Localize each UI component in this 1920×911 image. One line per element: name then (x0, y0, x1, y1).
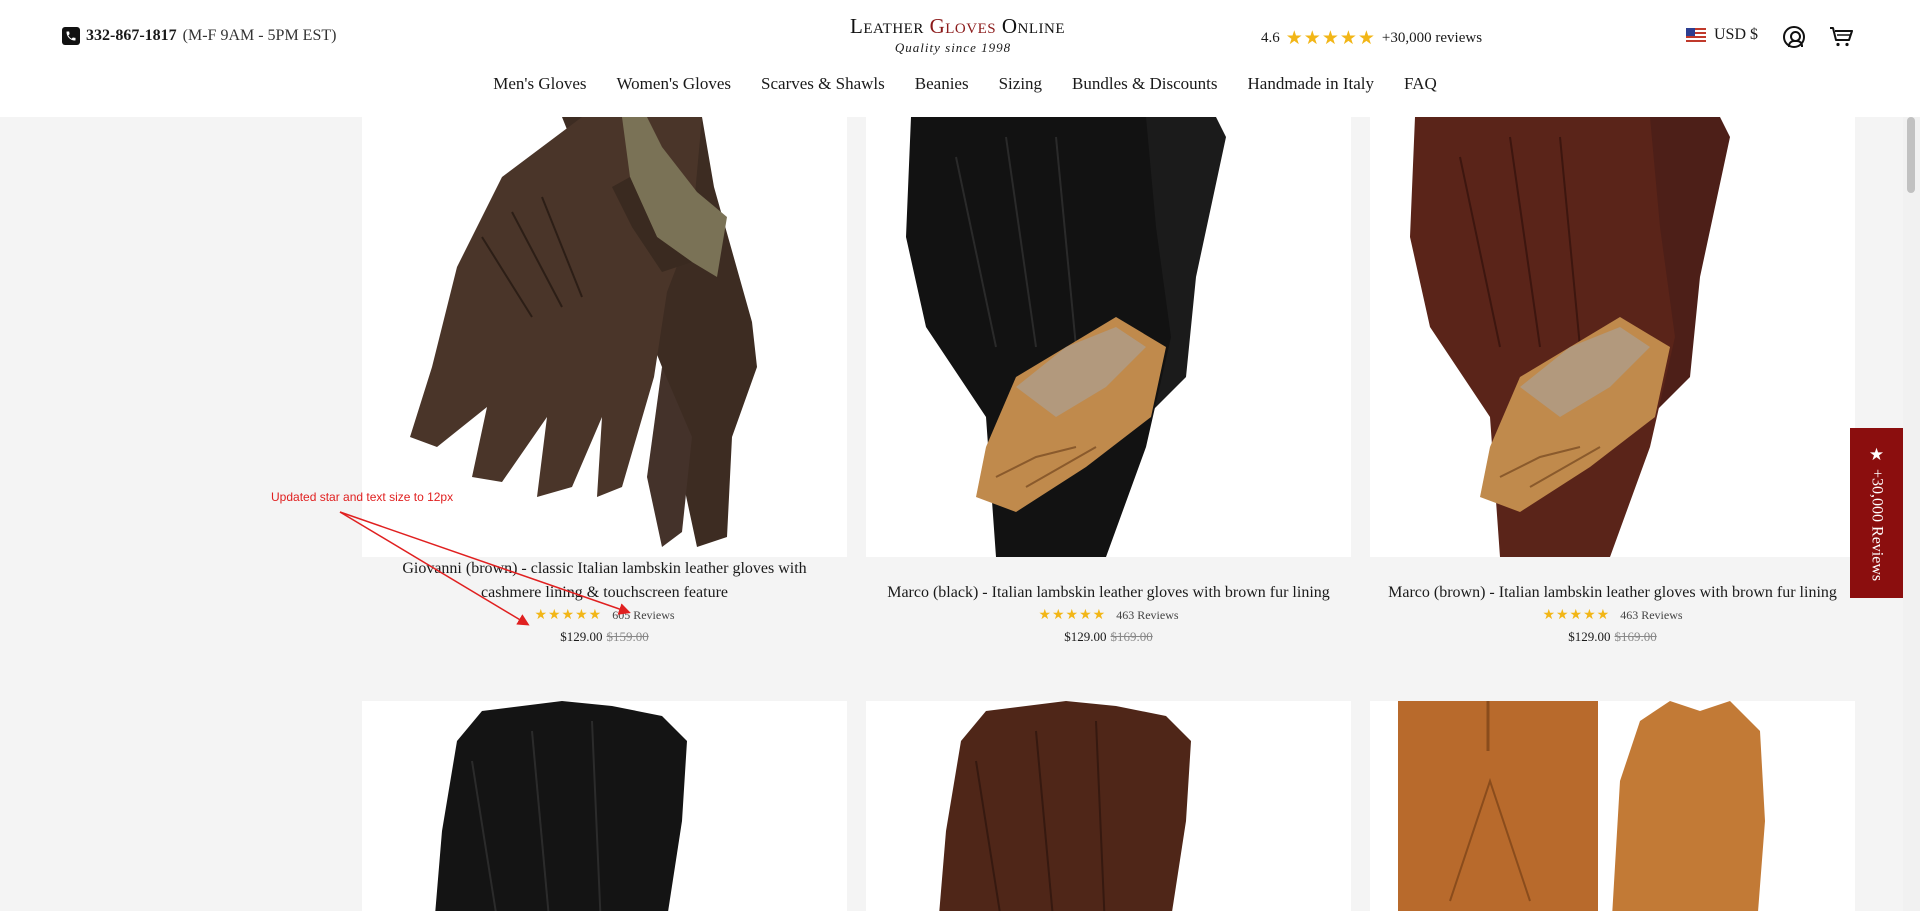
review-count: 463 Reviews (1116, 608, 1179, 622)
product-title[interactable]: Giovanni (brown) - classic Italian lambs… (362, 557, 847, 605)
reviews-side-tab[interactable]: ★ +30,000 Reviews (1850, 428, 1903, 598)
star-icon: ★ (1868, 444, 1885, 464)
review-stars-icon: ★★★★★ (1038, 608, 1107, 623)
phone-contact[interactable]: 332-867-1817 (M-F 9AM - 5PM EST) (62, 27, 336, 45)
old-price: $159.00 (606, 629, 649, 644)
nav-item-men-s-gloves[interactable]: Men's Gloves (478, 74, 601, 94)
current-price: $129.00 (1568, 629, 1611, 644)
current-price: $129.00 (560, 629, 603, 644)
product-reviews[interactable]: ★★★★★ 463 Reviews (866, 607, 1351, 624)
product-card[interactable] (362, 701, 847, 911)
logo-text-accent: Gloves (929, 14, 997, 38)
product-image[interactable] (1370, 701, 1855, 911)
phone-number[interactable]: 332-867-1817 (86, 27, 177, 45)
nav-item-faq[interactable]: FAQ (1389, 74, 1452, 94)
nav-item-handmade-in-italy[interactable]: Handmade in Italy (1233, 74, 1390, 94)
reviews-tab-label: +30,000 Reviews (1868, 468, 1886, 582)
nav-item-women-s-gloves[interactable]: Women's Gloves (602, 74, 747, 94)
site-logo[interactable]: Leather Gloves Online Quality since 1998 (850, 14, 1064, 56)
product-image[interactable] (866, 117, 1351, 557)
logo-wordmark: Leather Gloves Online (850, 14, 1064, 39)
product-card[interactable] (866, 701, 1351, 911)
review-count: 463 Reviews (1620, 608, 1683, 622)
product-grid: Giovanni (brown) - classic Italian lambs… (0, 117, 1920, 911)
product-reviews[interactable]: ★★★★★ 605 Reviews (362, 607, 847, 624)
currency-label: USD $ (1714, 26, 1759, 43)
product-card[interactable]: Giovanni (brown) - classic Italian lambs… (362, 117, 847, 645)
product-price: $129.00 $169.00 (1370, 629, 1855, 645)
review-stars-icon: ★★★★★ (1542, 608, 1611, 623)
product-card[interactable]: Marco (black) - Italian lambskin leather… (866, 117, 1351, 645)
logo-text-2: Online (996, 14, 1065, 38)
logo-tagline: Quality since 1998 (894, 40, 1012, 55)
product-card[interactable] (1370, 701, 1855, 911)
annotation-note: Updated star and text size to 12px (271, 490, 454, 504)
review-count: 605 Reviews (612, 608, 675, 622)
phone-icon (62, 27, 80, 45)
scrollbar-thumb[interactable] (1907, 117, 1915, 193)
nav-item-sizing[interactable]: Sizing (984, 74, 1057, 94)
nav-item-scarves-shawls[interactable]: Scarves & Shawls (746, 74, 900, 94)
product-reviews[interactable]: ★★★★★ 463 Reviews (1370, 607, 1855, 624)
product-image[interactable] (362, 701, 847, 911)
nav-item-bundles-discounts[interactable]: Bundles & Discounts (1057, 74, 1232, 94)
page-scrollbar[interactable] (1903, 117, 1920, 911)
review-stars-icon: ★★★★★ (534, 608, 603, 623)
currency-selector[interactable]: USD $ (1686, 26, 1758, 44)
product-image[interactable] (866, 701, 1351, 911)
rating-stars-icon: ★★★★★ (1285, 28, 1376, 49)
phone-hours: (M-F 9AM - 5PM EST) (182, 27, 337, 44)
old-price: $169.00 (1614, 629, 1657, 644)
site-rating[interactable]: 4.6 ★★★★★ +30,000 reviews (1261, 27, 1482, 50)
product-image[interactable] (1370, 117, 1855, 557)
account-icon[interactable] (1783, 26, 1805, 48)
main-nav: Men's Gloves Women's Gloves Scarves & Shaw… (0, 74, 1920, 94)
product-price: $129.00 $169.00 (866, 629, 1351, 645)
rating-value: 4.6 (1261, 30, 1280, 46)
old-price: $169.00 (1110, 629, 1153, 644)
product-card[interactable]: Marco (brown) - Italian lambskin leather… (1370, 117, 1855, 645)
product-price: $129.00 $159.00 (362, 629, 847, 645)
current-price: $129.00 (1064, 629, 1107, 644)
nav-item-beanies[interactable]: Beanies (900, 74, 984, 94)
logo-text-1: Leather (850, 14, 930, 38)
cart-icon[interactable] (1829, 26, 1853, 48)
site-header: 332-867-1817 (M-F 9AM - 5PM EST) Leather… (0, 0, 1920, 117)
product-title[interactable]: Marco (black) - Italian lambskin leather… (866, 581, 1351, 605)
product-title[interactable]: Marco (brown) - Italian lambskin leather… (1370, 581, 1855, 605)
flag-us-icon (1686, 28, 1706, 42)
rating-count: +30,000 reviews (1381, 30, 1483, 46)
